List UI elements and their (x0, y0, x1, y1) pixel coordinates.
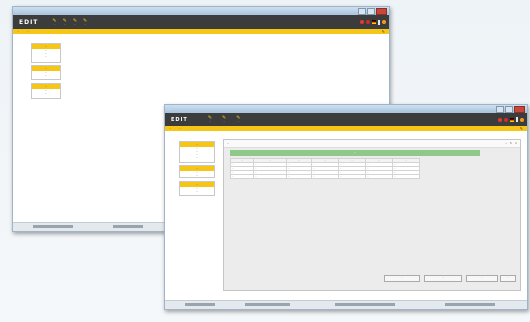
table-cell: ... (365, 174, 393, 179)
table-cell: ... (338, 174, 366, 179)
app-logo: EDIT (171, 116, 188, 123)
table-cell: ... (253, 174, 287, 179)
filter-box-row[interactable]: ... (32, 74, 60, 77)
flag-icon[interactable] (382, 20, 386, 24)
table-cell: ... (286, 174, 312, 179)
edit-icon[interactable]: ✎ (520, 126, 523, 131)
window-controls (358, 7, 387, 15)
minimize-button[interactable] (358, 7, 366, 15)
screenshot-page: { "colors":{"accent":"#f5c518","appbar":… (0, 0, 530, 322)
results-table: ... ... ... ... ... ... ... ... ... ... … (230, 158, 420, 179)
flag-icon[interactable] (520, 117, 524, 122)
flag-icon[interactable] (516, 117, 518, 122)
nav-button-1[interactable]: ✎ ... (208, 116, 212, 124)
app-toolbar: EDIT ✎ ... ✎ ... ✎ ... (165, 113, 527, 126)
tab-2[interactable]: ... (27, 30, 29, 33)
front-window-titlebar: ... (165, 105, 527, 113)
status-bar (165, 300, 527, 309)
filter-box-3: ... ... ... (31, 83, 61, 99)
filter-box-row[interactable]: ... (180, 190, 214, 193)
maximize-button[interactable] (367, 7, 375, 15)
nav-button-1[interactable]: ✎ ... (52, 18, 56, 26)
table-cell: ... (230, 174, 254, 179)
back-window-titlebar: ... (13, 7, 389, 15)
panel-controls: − ↻ × (505, 142, 517, 145)
nav-button-2[interactable]: ✎ ... (222, 116, 226, 124)
action-button-4[interactable]: ... (500, 275, 516, 282)
filter-box-3: ... ... ... (179, 181, 215, 196)
panel-title: ... (227, 142, 230, 145)
filter-box-1: ... ... ... ... ... (179, 141, 215, 163)
flag-icon[interactable] (498, 117, 502, 122)
flag-icon[interactable] (378, 19, 380, 25)
tab-1[interactable]: ... (17, 30, 19, 33)
table-cell: ... (392, 174, 420, 179)
minimize-icon[interactable]: − (505, 142, 507, 145)
language-flags (360, 19, 386, 25)
flag-icon[interactable] (504, 117, 508, 122)
results-panel: ... − ↻ × ... ... ... ... ... ... ... ..… (223, 139, 521, 291)
filter-box-2: ... ... ... (31, 65, 61, 80)
nav-button-2[interactable]: ✎ ... (63, 18, 67, 26)
filter-box-row[interactable]: ... (180, 174, 214, 177)
filter-box-row[interactable]: ... (32, 92, 60, 95)
edit-icon[interactable]: ✎ (382, 29, 385, 34)
panel-header: ... − ↻ × (224, 140, 520, 148)
action-button-3[interactable]: ... (466, 275, 498, 282)
results-header-bar: ... (230, 150, 480, 156)
app-logo: EDIT (19, 18, 39, 26)
filter-box-2: ... ... ... (179, 165, 215, 178)
flag-icon[interactable] (510, 117, 514, 122)
flag-icon[interactable] (366, 20, 370, 24)
flag-icon[interactable] (372, 20, 376, 24)
nav-button-4[interactable]: ✎ ... (83, 18, 87, 26)
window-controls (496, 105, 525, 113)
close-icon[interactable]: × (515, 142, 517, 145)
window-title: ... (167, 107, 170, 111)
filter-box-row[interactable]: ... (32, 55, 60, 58)
tab-1[interactable]: ... (169, 127, 171, 130)
refresh-icon[interactable]: ↻ (510, 142, 512, 145)
language-flags (498, 117, 524, 122)
nav-button-3[interactable]: ✎ ... (73, 18, 77, 26)
filter-box-row[interactable]: ... (180, 156, 214, 159)
maximize-button[interactable] (505, 105, 513, 113)
window-title: ... (15, 9, 18, 13)
flag-icon[interactable] (360, 20, 364, 24)
tab-2[interactable]: ... (179, 127, 181, 130)
action-button-2[interactable]: ... (424, 275, 462, 282)
filter-box-1: ... ... ... ... (31, 43, 61, 63)
nav-button-3[interactable]: ✎ ... (236, 116, 240, 124)
table-row[interactable]: ... ... ... ... ... ... ... (230, 174, 420, 179)
table-cell: ... (311, 174, 339, 179)
close-button[interactable] (376, 7, 387, 15)
app-toolbar: EDIT ✎ ... ✎ ... ✎ ... ✎ ... (13, 15, 389, 29)
tab-bar: ... ... ✎ (13, 29, 389, 34)
minimize-button[interactable] (496, 105, 504, 113)
action-button-1[interactable]: ... (384, 275, 420, 282)
front-window: ... EDIT ✎ ... ✎ ... ✎ ... ... ... ✎ ...… (164, 104, 528, 310)
tab-bar: ... ... ✎ (165, 126, 527, 131)
close-button[interactable] (514, 105, 525, 113)
